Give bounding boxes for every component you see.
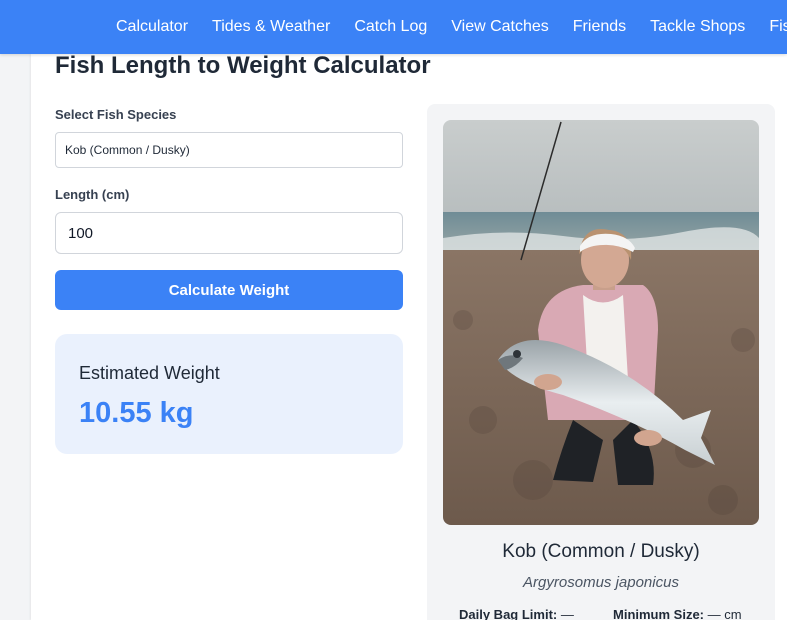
result-value: 10.55 kg [79,397,194,429]
minimum-size-label: Minimum Size: [613,607,705,620]
species-select[interactable]: Kob (Common / Dusky) [55,132,403,168]
minimum-size-value: — cm [707,607,742,620]
fish-photo [443,120,759,525]
species-label: Select Fish Species [55,107,177,122]
result-label: Estimated Weight [79,363,220,383]
species-select-value: Kob (Common / Dusky) [65,143,190,157]
species-name: Kob (Common / Dusky) [502,541,700,562]
bag-limit-label: Daily Bag Limit: [459,607,558,620]
page-title: Fish Length to Weight Calculator [55,52,431,79]
nav-tides-weather[interactable]: Tides & Weather [212,18,330,36]
nav-fishing[interactable]: Fishing [769,18,787,36]
scientific-name: Argyrosomus japonicus [523,574,679,591]
nav-catch-log[interactable]: Catch Log [354,18,427,36]
nav-calculator[interactable]: Calculator [116,18,188,36]
length-input[interactable] [55,212,403,254]
bag-limit-value: — [560,607,574,620]
species-card: Kob (Common / Dusky) Argyrosomus japonic… [427,104,775,620]
bag-limit: Daily Bag Limit: — [459,607,574,620]
nav-tackle-shops[interactable]: Tackle Shops [650,18,745,36]
top-navigation: Calculator Tides & Weather Catch Log Vie… [0,0,787,54]
minimum-size: Minimum Size: — cm [613,607,742,620]
nav-view-catches[interactable]: View Catches [451,18,549,36]
result-panel: Estimated Weight 10.55 kg [55,334,403,454]
calculate-weight-button[interactable]: Calculate Weight [55,270,403,310]
length-label: Length (cm) [55,187,130,202]
nav-friends[interactable]: Friends [573,18,626,36]
